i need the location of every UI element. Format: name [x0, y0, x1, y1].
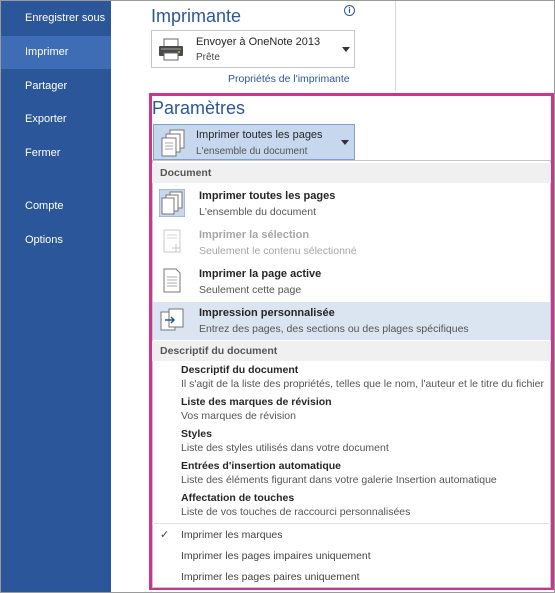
option-print-selection[interactable]: Imprimer la sélection Seulement le conte…: [153, 224, 550, 262]
checkmark-icon: ✓: [160, 529, 170, 541]
option-subtitle: L'ensemble du document: [199, 206, 316, 218]
print-range-select[interactable]: Imprimer toutes les pages L'ensemble du …: [153, 124, 355, 160]
divider: [152, 523, 551, 524]
group-header-document-info: Descriptif du document: [152, 341, 551, 361]
group-header-document: Document: [152, 163, 551, 183]
option-print-current-page[interactable]: Imprimer la page active Seulement cette …: [153, 263, 550, 301]
info-icon[interactable]: i: [344, 5, 355, 16]
nav-item-options[interactable]: Options: [1, 224, 111, 257]
page-icon: [163, 268, 181, 293]
nav-item-account[interactable]: Compte: [1, 190, 111, 223]
info-item-title[interactable]: Liste des marques de révision: [181, 396, 332, 408]
nav-item-close[interactable]: Fermer: [1, 137, 111, 170]
chevron-down-icon: [341, 140, 349, 145]
info-item-text: Vos marques de révision: [181, 410, 296, 422]
option-subtitle: Seulement cette page: [199, 284, 302, 296]
info-item-title[interactable]: Entrées d'insertion automatique: [181, 460, 341, 472]
option-print-all-pages[interactable]: Imprimer toutes les pages L'ensemble du …: [153, 185, 550, 223]
printer-icon: [159, 38, 183, 61]
settings-section-title: Paramètres: [152, 98, 246, 118]
pages-icon: [161, 129, 185, 157]
printer-select[interactable]: Envoyer à OneNote 2013 Prête: [151, 30, 355, 68]
selection-icon: [163, 229, 181, 253]
option-title: Impression personnalisée: [199, 307, 335, 319]
toggle-print-markup[interactable]: Imprimer les marques: [181, 529, 283, 541]
divider: [395, 1, 396, 91]
info-item-title[interactable]: Descriptif du document: [181, 364, 298, 376]
toggle-print-odd-pages[interactable]: Imprimer les pages impaires uniquement: [181, 550, 371, 562]
option-subtitle: Seulement le contenu sélectionné: [199, 245, 357, 257]
toggle-print-even-pages[interactable]: Imprimer les pages paires uniquement: [181, 571, 360, 583]
chevron-down-icon: [342, 47, 350, 52]
pages-icon: [159, 189, 185, 217]
nav-item-print[interactable]: Imprimer: [1, 36, 111, 69]
info-item-text: Liste de vos touches de raccourci person…: [181, 506, 411, 518]
printer-name: Envoyer à OneNote 2013: [196, 36, 321, 48]
option-subtitle: Entrez des pages, des sections ou des pl…: [199, 323, 469, 335]
print-range-selected-subtitle: L'ensemble du document: [196, 146, 308, 157]
info-item-title[interactable]: Affectation de touches: [181, 492, 294, 504]
option-title: Imprimer toutes les pages: [199, 190, 336, 202]
info-item-text: Liste des styles utilisés dans votre doc…: [181, 442, 389, 454]
nav-item-export[interactable]: Exporter: [1, 103, 111, 136]
printer-status: Prête: [196, 52, 220, 63]
info-item-text: Liste des éléments figurant dans votre g…: [181, 474, 497, 486]
nav-item-share[interactable]: Partager: [1, 70, 111, 103]
info-item-title[interactable]: Styles: [181, 428, 212, 440]
option-custom-print[interactable]: Impression personnalisée Entrez des page…: [153, 302, 550, 340]
nav-item-save-as[interactable]: Enregistrer sous: [1, 2, 111, 35]
printer-properties-link[interactable]: Propriétés de l'imprimante: [228, 73, 350, 85]
printer-section-title: Imprimante: [151, 6, 242, 26]
custom-print-icon: [160, 308, 184, 331]
option-title: Imprimer la sélection: [199, 229, 310, 241]
option-title: Imprimer la page active: [199, 268, 322, 280]
info-item-text: Il s'agit de la liste des propriétés, te…: [181, 378, 544, 390]
backstage-sidebar: Enregistrer sous Imprimer Partager Expor…: [1, 1, 111, 592]
print-range-selected-title: Imprimer toutes les pages: [196, 129, 323, 141]
